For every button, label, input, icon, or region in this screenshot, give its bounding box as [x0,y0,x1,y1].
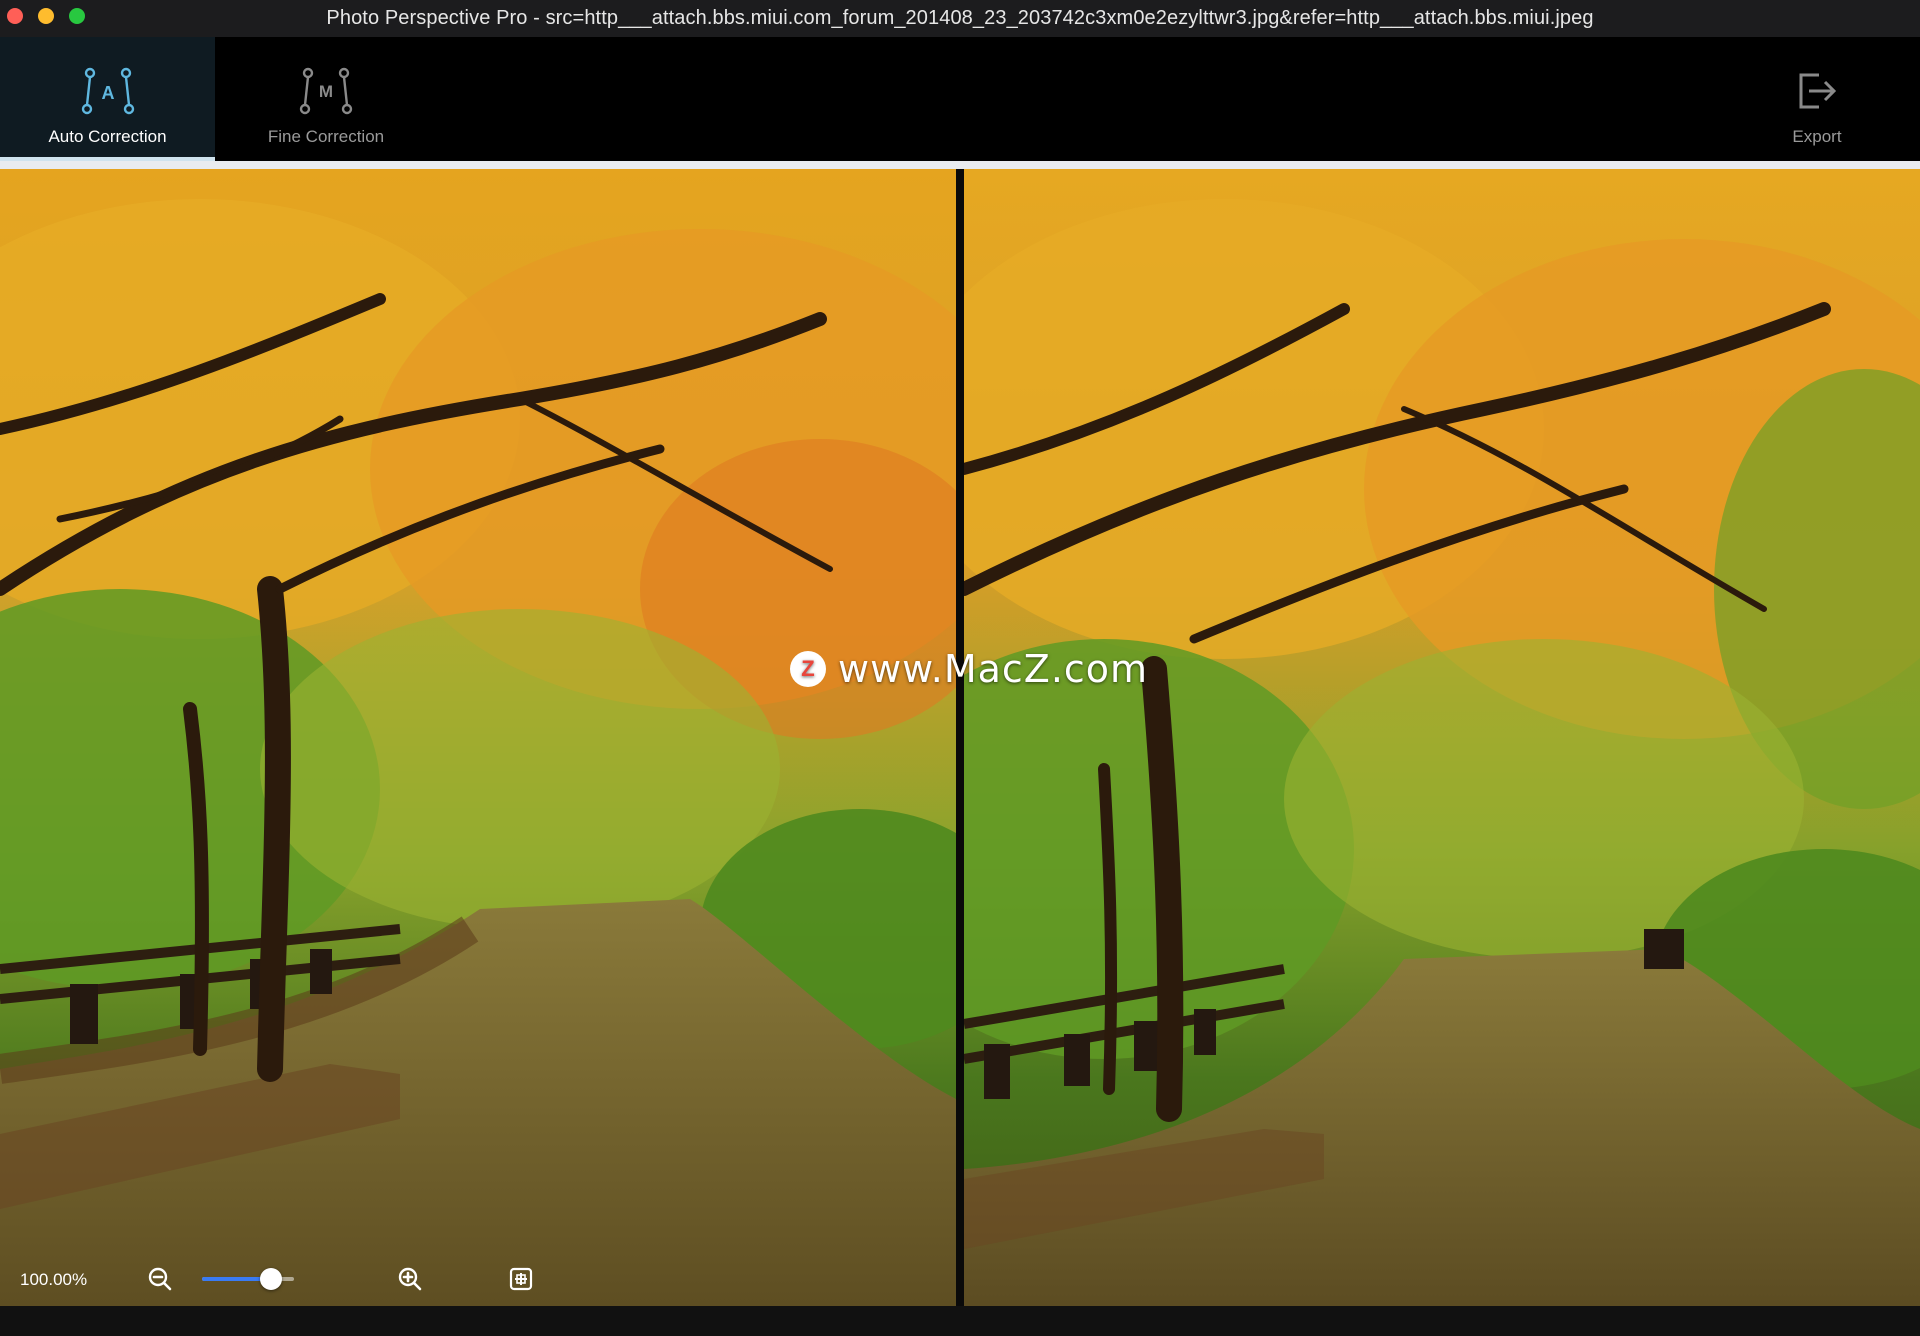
export-button[interactable]: Export [1714,37,1920,161]
fit-to-screen-icon[interactable] [507,1265,535,1293]
watermark-logo: Z [790,651,826,687]
main-toolbar: A Auto Correction M Fine Correction Expo… [0,37,1920,161]
watermark: Z www.MacZ.com [790,647,1148,691]
zoom-slider[interactable] [202,1268,294,1290]
svg-text:A: A [101,83,114,103]
fine-correction-icon: M [299,67,353,115]
original-photo [0,169,956,1306]
window-controls [7,8,85,24]
title-bar: Photo Perspective Pro - src=http___attac… [0,0,1920,37]
auto-correction-tab[interactable]: A Auto Correction [0,37,215,161]
minimize-window-button[interactable] [38,8,54,24]
close-window-button[interactable] [7,8,23,24]
corrected-image-pane[interactable] [964,169,1920,1306]
status-bar [0,1306,1920,1336]
corrected-photo [964,169,1920,1306]
watermark-text: www.MacZ.com [838,647,1149,691]
zoom-out-icon[interactable] [146,1265,174,1293]
zoom-in-icon[interactable] [396,1265,424,1293]
toolbar-divider [0,161,1920,169]
window-title: Photo Perspective Pro - src=http___attac… [326,7,1594,29]
zoom-level-readout: 100.00% [20,1270,88,1289]
zoom-controls: 100.00% [0,1255,560,1305]
export-icon [1799,73,1837,109]
auto-correction-label: Auto Correction [48,127,167,146]
maximize-window-button[interactable] [69,8,85,24]
auto-correction-icon: A [81,67,134,115]
compare-divider[interactable] [956,169,964,1306]
zoom-slider-thumb[interactable] [260,1268,282,1290]
fine-correction-tab[interactable]: M Fine Correction [215,37,437,161]
preview-area: Z www.MacZ.com [0,169,1920,1306]
export-label: Export [1792,127,1842,146]
svg-text:M: M [319,82,333,101]
fine-correction-label: Fine Correction [267,127,385,146]
original-image-pane[interactable] [0,169,956,1306]
